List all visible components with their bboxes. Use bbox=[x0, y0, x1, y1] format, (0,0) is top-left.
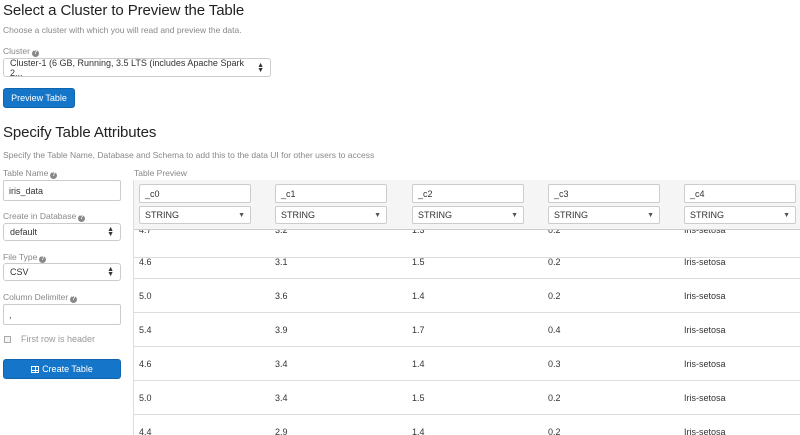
create-table-button[interactable]: Create Table bbox=[3, 359, 121, 379]
column-type-select[interactable]: STRING ▼ bbox=[548, 206, 660, 224]
attributes-section-title: Specify Table Attributes bbox=[3, 124, 157, 141]
help-icon[interactable]: ? bbox=[50, 172, 58, 179]
table-cell: 0.2 bbox=[548, 257, 561, 267]
table-cell: Iris-setosa bbox=[684, 427, 726, 435]
header-checkbox-label: First row is header bbox=[21, 334, 96, 344]
table-cell: 1.5 bbox=[412, 257, 425, 267]
table-cell: 5.4 bbox=[139, 325, 152, 335]
help-icon[interactable]: ? bbox=[78, 215, 86, 222]
table-cell: 4.6 bbox=[139, 359, 152, 369]
cluster-label: Cluster? bbox=[3, 46, 39, 57]
delimiter-label-text: Column Delimiter bbox=[3, 292, 69, 302]
create-table-label: Create Table bbox=[42, 364, 93, 374]
column-type-value: STRING bbox=[418, 210, 453, 220]
table-cell: 1.4 bbox=[412, 291, 425, 301]
help-icon[interactable]: ? bbox=[70, 296, 78, 303]
file-type-label-text: File Type bbox=[3, 252, 38, 262]
cluster-section-title: Select a Cluster to Preview the Table bbox=[3, 2, 245, 19]
table-name-input[interactable]: iris_data bbox=[3, 180, 121, 201]
preview-table-button[interactable]: Preview Table bbox=[3, 88, 75, 108]
column-name-input[interactable]: _c2 bbox=[412, 184, 524, 203]
attributes-section-subtitle: Specify the Table Name, Database and Sch… bbox=[3, 150, 375, 160]
help-icon[interactable]: ? bbox=[31, 50, 39, 57]
column-type-select[interactable]: STRING ▼ bbox=[275, 206, 387, 224]
column-type-value: STRING bbox=[281, 210, 316, 220]
table-cell: 0.4 bbox=[548, 325, 561, 335]
table-cell: Iris-setosa bbox=[684, 291, 726, 301]
table-cell: 1.5 bbox=[412, 393, 425, 403]
file-type-select-value: CSV bbox=[10, 267, 29, 277]
table-cell: 0.3 bbox=[548, 359, 561, 369]
column-type-select[interactable]: STRING ▼ bbox=[412, 206, 524, 224]
column-name-input[interactable]: _c4 bbox=[684, 184, 796, 203]
table-cell: Iris-setosa bbox=[684, 257, 726, 267]
delimiter-input[interactable]: , bbox=[3, 304, 121, 325]
column-type-select[interactable]: STRING ▼ bbox=[684, 206, 796, 224]
table-cell: 2.9 bbox=[275, 427, 288, 435]
caret-down-icon: ▼ bbox=[238, 211, 245, 219]
table-cell: 0.2 bbox=[548, 393, 561, 403]
column-name-input[interactable]: _c1 bbox=[275, 184, 387, 203]
table-cell: 4.6 bbox=[139, 257, 152, 267]
caret-down-icon: ▼ bbox=[511, 211, 518, 219]
table-icon bbox=[31, 365, 40, 373]
table-cell: 5.0 bbox=[139, 393, 152, 403]
database-select-value: default bbox=[10, 227, 38, 237]
caret-down-icon: ▼ bbox=[783, 211, 790, 219]
table-cell: 1.4 bbox=[412, 427, 425, 435]
table-row: 5.4 3.9 1.7 0.4 Iris-setosa bbox=[134, 313, 800, 347]
select-arrows-icon: ▲ ▼ bbox=[107, 226, 114, 238]
table-row: 5.0 3.6 1.4 0.2 Iris-setosa bbox=[134, 279, 800, 313]
caret-down-icon: ▼ bbox=[374, 211, 381, 219]
header-checkbox[interactable] bbox=[4, 335, 11, 343]
database-select[interactable]: default ▲ ▼ bbox=[3, 223, 121, 241]
file-type-label: File Type? bbox=[3, 252, 47, 263]
table-name-label: Table Name? bbox=[3, 168, 58, 179]
delimiter-label: Column Delimiter? bbox=[3, 292, 78, 303]
table-row: 4.6 3.1 1.5 0.2 Iris-setosa bbox=[134, 245, 800, 279]
table-cell: 1.4 bbox=[412, 359, 425, 369]
column-type-value: STRING bbox=[554, 210, 589, 220]
cluster-label-text: Cluster bbox=[3, 46, 30, 56]
table-cell: 3.4 bbox=[275, 393, 288, 403]
table-preview-label: Table Preview bbox=[134, 168, 187, 178]
header-checkbox-row[interactable]: First row is header bbox=[4, 334, 95, 344]
cluster-select-value: Cluster-1 (6 GB, Running, 3.5 LTS (inclu… bbox=[10, 57, 244, 78]
table-row: 4.4 2.9 1.4 0.2 Iris-setosa bbox=[134, 415, 800, 435]
table-cell: 3.9 bbox=[275, 325, 288, 335]
table-cell: Iris-setosa bbox=[684, 393, 726, 403]
column-type-value: STRING bbox=[145, 210, 180, 220]
column-name-input[interactable]: _c3 bbox=[548, 184, 660, 203]
table-cell: 3.4 bbox=[275, 359, 288, 369]
table-cell: 4.4 bbox=[139, 427, 152, 435]
table-cell: 3.6 bbox=[275, 291, 288, 301]
caret-down-icon: ▼ bbox=[647, 211, 654, 219]
table-cell: 0.2 bbox=[548, 427, 561, 435]
table-cell: Iris-setosa bbox=[684, 325, 726, 335]
help-icon[interactable]: ? bbox=[39, 256, 47, 263]
table-cell: 1.7 bbox=[412, 325, 425, 335]
table-cell: 0.2 bbox=[548, 291, 561, 301]
select-arrows-icon: ▲ ▼ bbox=[107, 266, 114, 278]
table-cell: 5.0 bbox=[139, 291, 152, 301]
column-type-select[interactable]: STRING ▼ bbox=[139, 206, 251, 224]
column-name-input[interactable]: _c0 bbox=[139, 184, 251, 203]
file-type-select[interactable]: CSV ▲ ▼ bbox=[3, 263, 121, 281]
table-preview: 4.7 3.2 1.3 0.2 Iris-setosa 4.6 3.1 1.5 … bbox=[133, 180, 800, 435]
database-label: Create in Database? bbox=[3, 211, 86, 222]
table-row: 5.0 3.4 1.5 0.2 Iris-setosa bbox=[134, 381, 800, 415]
select-arrows-icon: ▲ ▼ bbox=[257, 61, 264, 74]
table-name-label-text: Table Name bbox=[3, 168, 49, 178]
table-cell: 3.1 bbox=[275, 257, 288, 267]
table-row: 4.6 3.4 1.4 0.3 Iris-setosa bbox=[134, 347, 800, 381]
database-label-text: Create in Database bbox=[3, 211, 77, 221]
cluster-select[interactable]: Cluster-1 (6 GB, Running, 3.5 LTS (inclu… bbox=[3, 57, 271, 78]
table-cell: Iris-setosa bbox=[684, 359, 726, 369]
column-type-value: STRING bbox=[690, 210, 725, 220]
cluster-section-subtitle: Choose a cluster with which you will rea… bbox=[3, 25, 242, 35]
